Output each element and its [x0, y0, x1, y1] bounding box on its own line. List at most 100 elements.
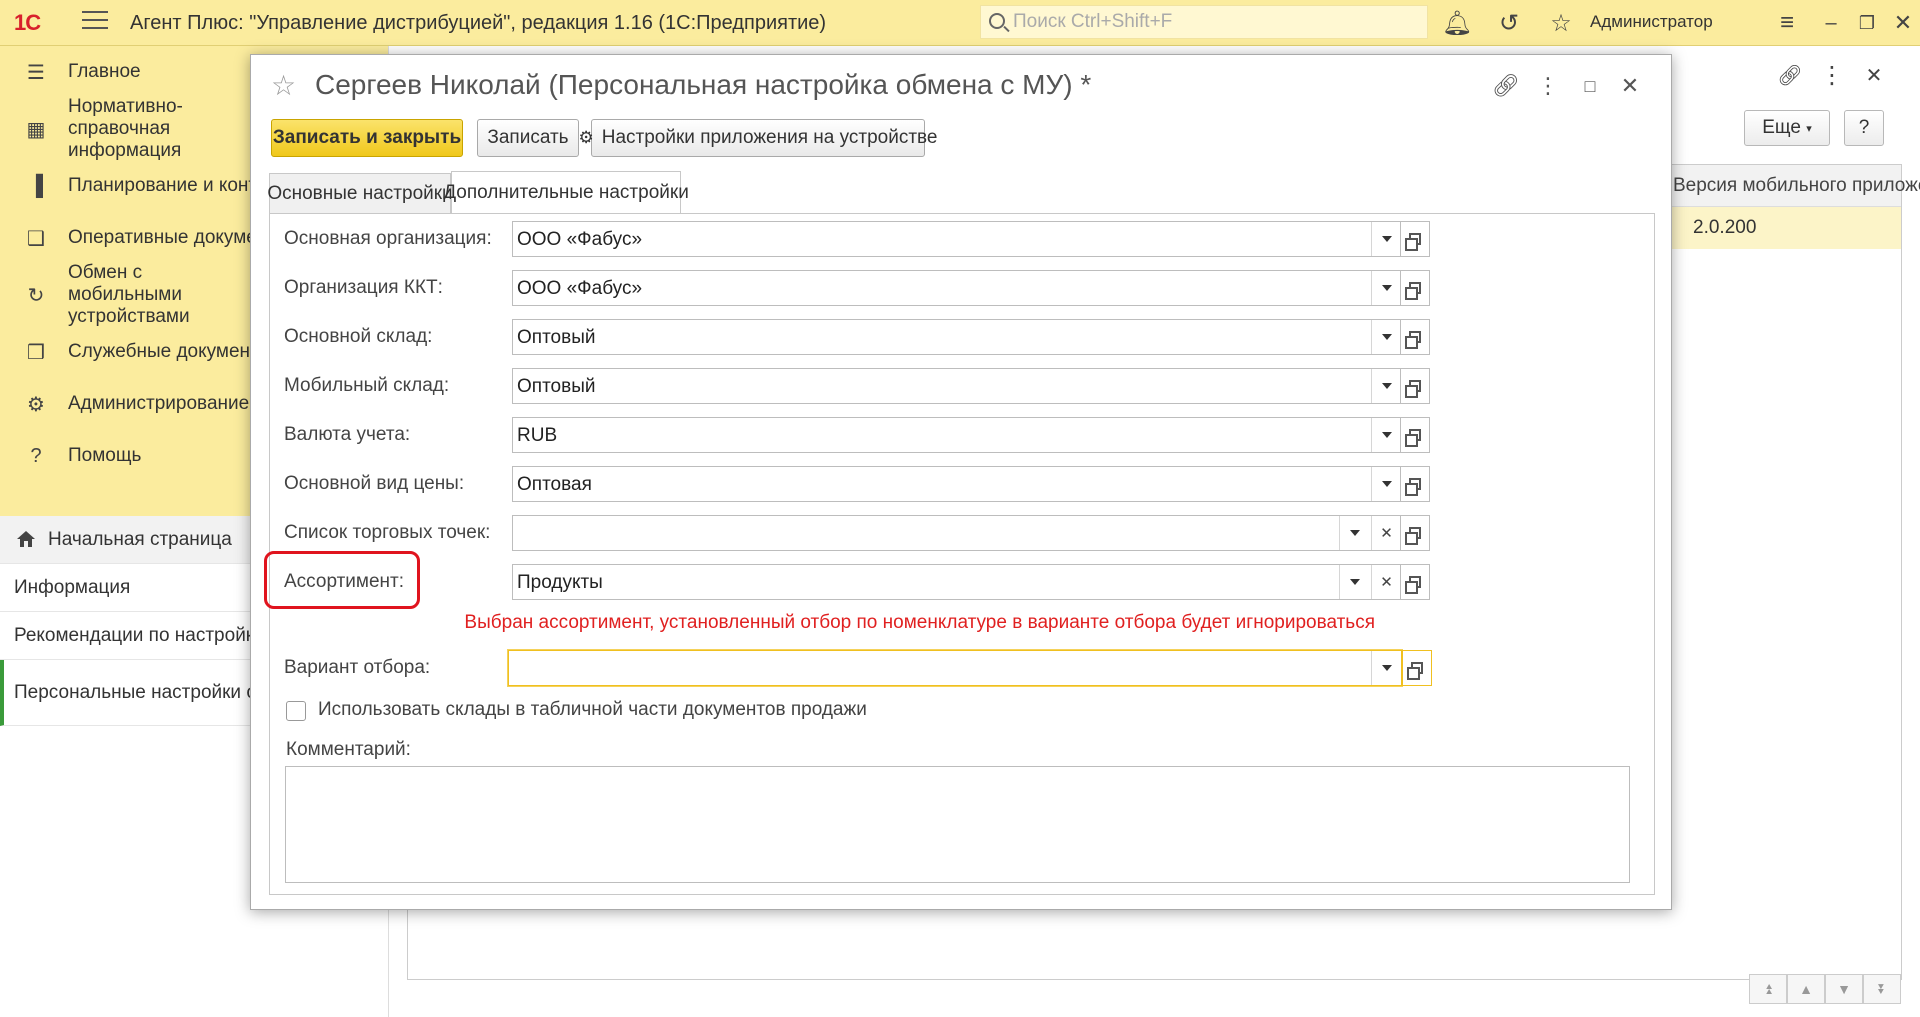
1c-logo: 1С: [14, 10, 41, 35]
dropdown-button[interactable]: [1339, 565, 1369, 599]
assortment-value: Продукты: [517, 572, 603, 593]
main-store-label: Основной склад:: [284, 326, 433, 347]
assortment-field[interactable]: Продукты ✕: [512, 564, 1402, 600]
dropdown-button[interactable]: [1371, 222, 1401, 256]
scroll-bottom-icon[interactable]: ⏬︎: [1863, 974, 1901, 1004]
open-button[interactable]: [1400, 221, 1430, 257]
tab-additional-settings[interactable]: Дополнительные настройки: [443, 171, 689, 213]
scroll-down-icon[interactable]: ▼: [1825, 974, 1863, 1004]
section-label: Нормативно-справочная информация: [68, 96, 183, 161]
open-button[interactable]: [1400, 319, 1430, 355]
dropdown-button[interactable]: [1371, 320, 1401, 354]
device-gear-icon: ⚙: [578, 128, 594, 147]
link-icon[interactable]: 🔗︎: [1491, 71, 1521, 101]
minimize-icon[interactable]: –: [1816, 8, 1846, 38]
main-store-value: Оптовый: [517, 327, 596, 348]
favorite-star-icon[interactable]: ☆: [271, 69, 296, 102]
device-settings-button[interactable]: ⚙ Настройки приложения на устройстве: [579, 119, 938, 157]
more-button[interactable]: Еще ▾: [1744, 110, 1830, 146]
dropdown-button[interactable]: [1371, 271, 1401, 305]
kkt-org-value: ООО «Фабус»: [517, 278, 643, 299]
close-icon[interactable]: ✕: [1888, 8, 1918, 38]
bell-icon[interactable]: 🔔︎: [1442, 8, 1472, 38]
chevron-down-icon: [1381, 481, 1392, 487]
dropdown-button[interactable]: [1339, 516, 1369, 550]
main-org-field[interactable]: ООО «Фабус»: [512, 221, 1402, 257]
more-actions-icon[interactable]: ⋮: [1817, 60, 1847, 90]
mobile-store-field[interactable]: Оптовый: [512, 368, 1402, 404]
outlets-field[interactable]: ✕: [512, 515, 1402, 551]
currency-value: RUB: [517, 425, 558, 446]
dropdown-button[interactable]: [1371, 369, 1401, 403]
sync-icon: ↻: [27, 284, 45, 307]
main-store-field[interactable]: Оптовый: [512, 319, 1402, 355]
main-org-value: ООО «Фабус»: [517, 229, 643, 250]
search-input[interactable]: [1013, 8, 1413, 36]
row-main-store: Основной склад: Оптовый: [284, 319, 1622, 355]
help-button[interactable]: ?: [1844, 110, 1884, 146]
chevron-down-icon: [1381, 285, 1392, 291]
row-kkt-org: Организация ККТ: ООО «Фабус»: [284, 270, 1622, 306]
price-type-field[interactable]: Оптовая: [512, 466, 1402, 502]
clear-icon[interactable]: ✕: [1371, 565, 1401, 599]
open-button[interactable]: [1402, 650, 1432, 686]
more-actions-icon[interactable]: ⋮: [1533, 71, 1563, 101]
use-stores-label[interactable]: Использовать склады в табличной части до…: [318, 699, 867, 721]
settings-menu-icon[interactable]: ≡: [1772, 8, 1802, 38]
close-form-icon[interactable]: ✕: [1615, 71, 1645, 101]
row-outlets: Список торговых точек: ✕: [284, 515, 1622, 551]
section-label: Главное: [68, 61, 141, 82]
row-assortment: Ассортимент: Продукты ✕: [284, 564, 1622, 600]
dropdown-button[interactable]: [1371, 418, 1401, 452]
filter-variant-field[interactable]: [508, 650, 1402, 686]
use-stores-checkbox[interactable]: [286, 701, 306, 721]
comment-textarea[interactable]: [285, 766, 1630, 883]
currency-field[interactable]: RUB: [512, 417, 1402, 453]
maximize-icon[interactable]: □: [1575, 71, 1605, 101]
search-box[interactable]: [980, 5, 1428, 39]
open-icon: [1405, 233, 1421, 251]
chevron-down-icon: [1381, 432, 1392, 438]
scroll-up-icon[interactable]: ▲: [1787, 974, 1825, 1004]
open-button[interactable]: [1400, 270, 1430, 306]
chevron-down-icon: [1381, 334, 1392, 340]
price-type-value: Оптовая: [517, 474, 592, 495]
dropdown-button[interactable]: [1371, 467, 1401, 501]
row-currency: Валюта учета: RUB: [284, 417, 1622, 453]
documents-icon: ❑: [27, 227, 45, 250]
close-window-icon[interactable]: ✕: [1859, 60, 1889, 90]
star-icon[interactable]: ☆: [1546, 8, 1576, 38]
main-org-label: Основная организация:: [284, 228, 492, 249]
link-icon[interactable]: 🔗︎: [1775, 60, 1805, 90]
restore-icon[interactable]: ❐: [1852, 8, 1882, 38]
dropdown-button[interactable]: [1371, 651, 1401, 685]
open-icon: [1405, 527, 1421, 545]
column-header[interactable]: Версия мобильного приложения: [1673, 175, 1920, 197]
save-button[interactable]: Записать: [477, 119, 579, 157]
mobile-store-label: Мобильный склад:: [284, 375, 450, 396]
open-button[interactable]: [1400, 515, 1430, 551]
filter-variant-label: Вариант отбора:: [284, 657, 431, 678]
nav-home-label: Начальная страница: [48, 528, 232, 550]
section-label: Помощь: [68, 445, 142, 466]
main-menu-icon[interactable]: [82, 11, 108, 33]
open-button[interactable]: [1400, 417, 1430, 453]
save-and-close-button[interactable]: Записать и закрыть: [271, 119, 463, 157]
user-name[interactable]: Администратор: [1590, 12, 1713, 32]
menu-icon: ☰: [27, 61, 45, 84]
clear-icon[interactable]: ✕: [1371, 516, 1401, 550]
history-icon[interactable]: ↺: [1494, 8, 1524, 38]
scroll-top-icon[interactable]: ⏫︎: [1749, 974, 1787, 1004]
tab-main-settings[interactable]: Основные настройки: [267, 173, 453, 213]
search-icon: [989, 13, 1005, 29]
kkt-org-field[interactable]: ООО «Фабус»: [512, 270, 1402, 306]
app-title: Агент Плюс: "Управление дистрибуцией", р…: [130, 12, 827, 34]
chevron-down-icon: [1381, 383, 1392, 389]
comment-label: Комментарий:: [286, 739, 411, 760]
section-label: Служебные документы: [68, 341, 273, 362]
open-button[interactable]: [1400, 564, 1430, 600]
open-button[interactable]: [1400, 368, 1430, 404]
open-icon: [1407, 662, 1423, 680]
open-button[interactable]: [1400, 466, 1430, 502]
form-title: Сергеев Николай (Персональная настройка …: [315, 69, 1092, 100]
